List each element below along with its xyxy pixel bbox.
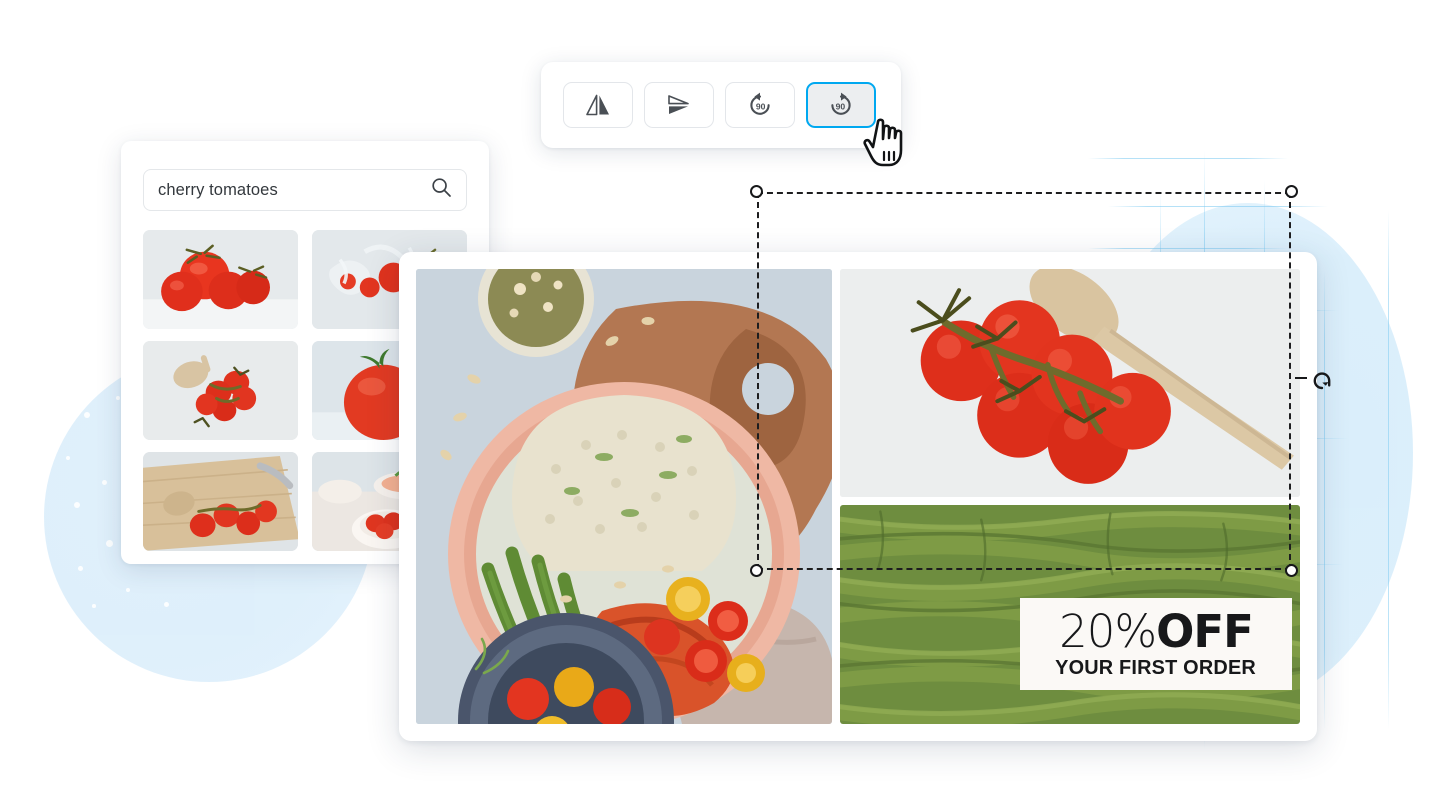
flip-horizontal-button[interactable] [563,82,633,128]
selection-handle-top-right[interactable] [1285,185,1298,198]
grain-bowl-photo[interactable] [416,269,832,724]
svg-text:90: 90 [836,101,846,111]
promo-off-label: OFF [1156,604,1254,658]
svg-text:90: 90 [756,101,766,111]
promo-percentage: 20% [1059,604,1157,658]
search-icon[interactable] [431,177,452,203]
image-transform-toolbar: 90 90 [541,62,901,148]
app-canvas-screen: 90 90 cherry tomatoes 20% OFF YOUR FIRST… [0,0,1440,810]
search-field-wrapper[interactable] [143,169,467,211]
flip-vertical-icon [664,91,694,119]
promo-subtitle: YOUR FIRST ORDER [1055,655,1257,679]
search-result-thumbnail[interactable] [143,230,298,329]
search-result-thumbnail[interactable] [143,452,298,551]
green-beans-photo[interactable]: 20% OFF YOUR FIRST ORDER [840,505,1300,724]
promo-headline: 20% OFF [1059,604,1254,658]
flip-vertical-button[interactable] [644,82,714,128]
selection-edge-top [757,192,1291,194]
flip-horizontal-icon [583,91,613,119]
search-result-thumbnail[interactable] [143,341,298,440]
canvas-grid-layout: 20% OFF YOUR FIRST ORDER [416,269,1300,724]
canvas-right-column: 20% OFF YOUR FIRST ORDER [840,269,1300,724]
search-input[interactable] [158,180,431,200]
tomato-vine-photo[interactable] [840,269,1300,497]
selection-handle-top-left[interactable] [750,185,763,198]
rotate-left-90-button[interactable]: 90 [725,82,795,128]
rotate-right-90-icon: 90 [825,90,857,120]
pointing-hand-cursor [862,116,912,172]
promo-badge: 20% OFF YOUR FIRST ORDER [1020,598,1292,690]
design-canvas-card: 20% OFF YOUR FIRST ORDER [399,252,1317,741]
rotate-handle-icon[interactable] [1311,369,1333,391]
rotate-left-90-icon: 90 [744,90,776,120]
